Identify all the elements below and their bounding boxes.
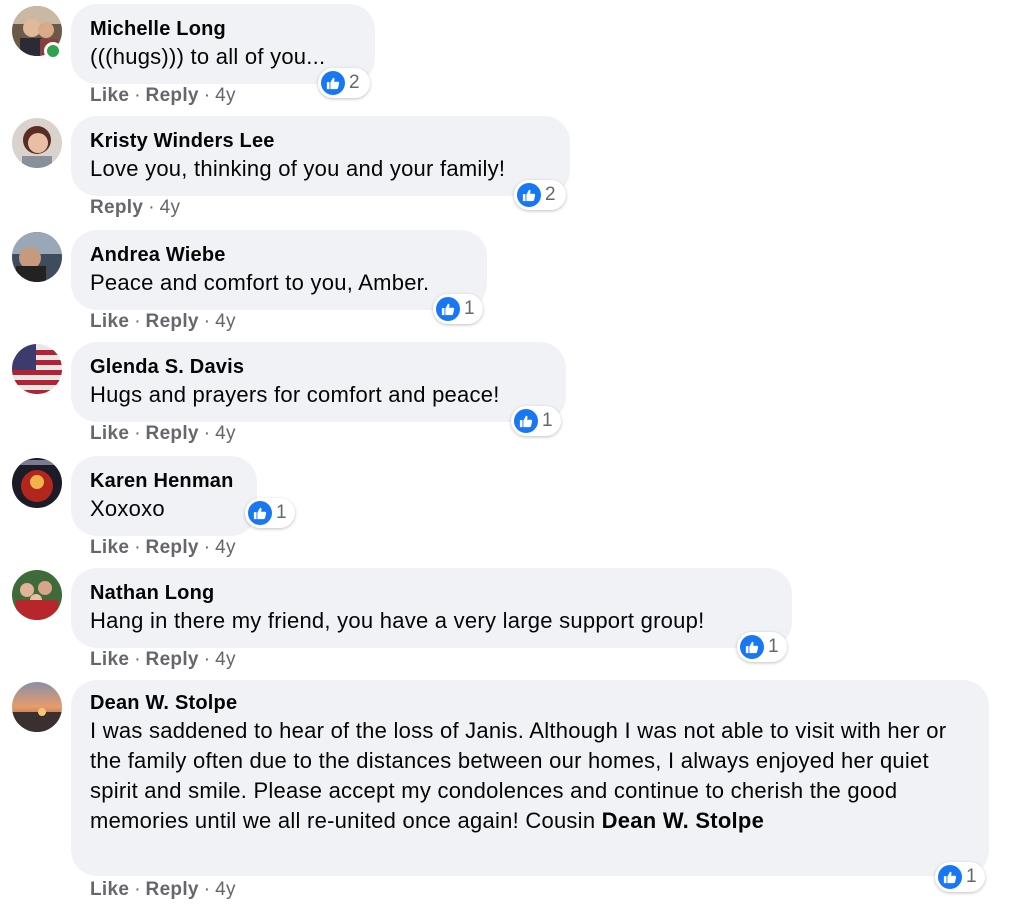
separator: · — [203, 85, 211, 106]
separator: · — [203, 423, 211, 444]
avatar[interactable] — [12, 118, 62, 168]
separator: · — [134, 879, 141, 900]
reaction-number: 1 — [276, 502, 287, 523]
comment-bubble: Karen Henman Xoxoxo — [71, 456, 257, 536]
reply-link[interactable]: Reply — [146, 879, 199, 900]
timestamp[interactable]: 4y — [215, 85, 236, 106]
timestamp[interactable]: 4y — [215, 423, 236, 444]
reply-link[interactable]: Reply — [146, 85, 199, 106]
timestamp[interactable]: 4y — [215, 879, 236, 900]
comment-author[interactable]: Kristy Winders Lee — [90, 128, 551, 154]
reply-link[interactable]: Reply — [146, 311, 199, 332]
reaction-number: 1 — [464, 298, 475, 319]
comment-author[interactable]: Karen Henman — [90, 468, 238, 494]
separator: · — [203, 537, 211, 558]
separator: · — [203, 311, 211, 332]
comment-text: Hang in there my friend, you have a very… — [90, 608, 705, 633]
reaction-count[interactable]: 1 — [245, 498, 295, 528]
separator: · — [203, 649, 211, 670]
comment: Nathan Long Hang in there my friend, you… — [0, 568, 1024, 674]
comment-author[interactable]: Dean W. Stolpe — [90, 690, 967, 716]
comment: Michelle Long (((hugs))) to all of you..… — [0, 4, 1024, 110]
like-link[interactable]: Like — [90, 879, 129, 900]
separator: · — [203, 879, 211, 900]
reply-link[interactable]: Reply — [146, 423, 199, 444]
comment-text-body: I was saddened to hear of the loss of Ja… — [90, 718, 947, 833]
comment-bubble: Glenda S. Davis Hugs and prayers for com… — [71, 342, 566, 422]
separator: · — [134, 311, 141, 332]
comment-actions: Reply · 4y — [90, 196, 180, 220]
comment: Karen Henman Xoxoxo 1 Like · Reply · 4y — [0, 456, 1024, 562]
reaction-count[interactable]: 1 — [935, 862, 985, 892]
reaction-number: 1 — [542, 410, 553, 431]
timestamp[interactable]: 4y — [160, 197, 181, 218]
like-reaction-icon — [321, 71, 345, 95]
comment-author[interactable]: Nathan Long — [90, 580, 773, 606]
reply-link[interactable]: Reply — [90, 197, 143, 218]
comment: Glenda S. Davis Hugs and prayers for com… — [0, 342, 1024, 448]
comment-text: I was saddened to hear of the loss of Ja… — [90, 716, 967, 836]
comment-actions: Like · Reply · 4y — [90, 536, 236, 560]
comment-text: Xoxoxo — [90, 496, 165, 521]
comment-text: (((hugs))) to all of you... — [90, 44, 326, 69]
separator: · — [134, 423, 141, 444]
reaction-count[interactable]: 1 — [433, 294, 483, 324]
comment-author[interactable]: Michelle Long — [90, 16, 356, 42]
like-reaction-icon — [740, 635, 764, 659]
comment-text: Peace and comfort to you, Amber. — [90, 270, 430, 295]
mentioned-name[interactable]: Dean W. Stolpe — [602, 808, 764, 833]
avatar[interactable] — [12, 682, 62, 732]
like-link[interactable]: Like — [90, 649, 129, 670]
separator: · — [134, 85, 141, 106]
reaction-count[interactable]: 2 — [514, 180, 566, 210]
comment: Kristy Winders Lee Love you, thinking of… — [0, 116, 1024, 222]
reaction-count[interactable]: 1 — [511, 406, 561, 436]
separator: · — [148, 197, 155, 218]
timestamp[interactable]: 4y — [215, 649, 236, 670]
like-link[interactable]: Like — [90, 537, 129, 558]
comment-actions: Like · Reply · 4y — [90, 422, 236, 446]
like-reaction-icon — [514, 409, 538, 433]
reaction-number: 1 — [768, 636, 779, 657]
comment-bubble: Nathan Long Hang in there my friend, you… — [71, 568, 792, 648]
comment-author[interactable]: Glenda S. Davis — [90, 354, 547, 380]
timestamp[interactable]: 4y — [215, 311, 236, 332]
avatar[interactable] — [12, 458, 62, 508]
avatar[interactable] — [12, 232, 62, 282]
reply-link[interactable]: Reply — [146, 537, 199, 558]
reaction-count[interactable]: 1 — [737, 632, 787, 662]
reply-link[interactable]: Reply — [146, 649, 199, 670]
reaction-count[interactable]: 2 — [318, 68, 370, 98]
comment-text: Love you, thinking of you and your famil… — [90, 156, 506, 181]
comment-actions: Like · Reply · 4y — [90, 648, 236, 672]
separator: · — [134, 537, 141, 558]
comment-text: Hugs and prayers for comfort and peace! — [90, 382, 500, 407]
reaction-number: 2 — [545, 184, 556, 205]
like-link[interactable]: Like — [90, 423, 129, 444]
like-reaction-icon — [938, 865, 962, 889]
comment-bubble: Kristy Winders Lee Love you, thinking of… — [71, 116, 570, 196]
comment: Dean W. Stolpe I was saddened to hear of… — [0, 680, 1024, 906]
like-reaction-icon — [517, 183, 541, 207]
reaction-number: 1 — [966, 866, 977, 887]
separator: · — [134, 649, 141, 670]
reaction-number: 2 — [349, 72, 360, 93]
like-reaction-icon — [248, 501, 272, 525]
avatar[interactable] — [12, 570, 62, 620]
comment-actions: Like · Reply · 4y — [90, 310, 236, 334]
comment-author[interactable]: Andrea Wiebe — [90, 242, 468, 268]
comment: Andrea Wiebe Peace and comfort to you, A… — [0, 230, 1024, 336]
timestamp[interactable]: 4y — [215, 537, 236, 558]
comment-bubble: Andrea Wiebe Peace and comfort to you, A… — [71, 230, 487, 310]
comment-actions: Like · Reply · 4y — [90, 878, 236, 902]
like-link[interactable]: Like — [90, 85, 129, 106]
like-link[interactable]: Like — [90, 311, 129, 332]
comment-bubble: Dean W. Stolpe I was saddened to hear of… — [71, 680, 989, 876]
comment-actions: Like · Reply · 4y — [90, 84, 236, 108]
online-status-indicator — [44, 42, 62, 60]
like-reaction-icon — [436, 297, 460, 321]
avatar[interactable] — [12, 344, 62, 394]
